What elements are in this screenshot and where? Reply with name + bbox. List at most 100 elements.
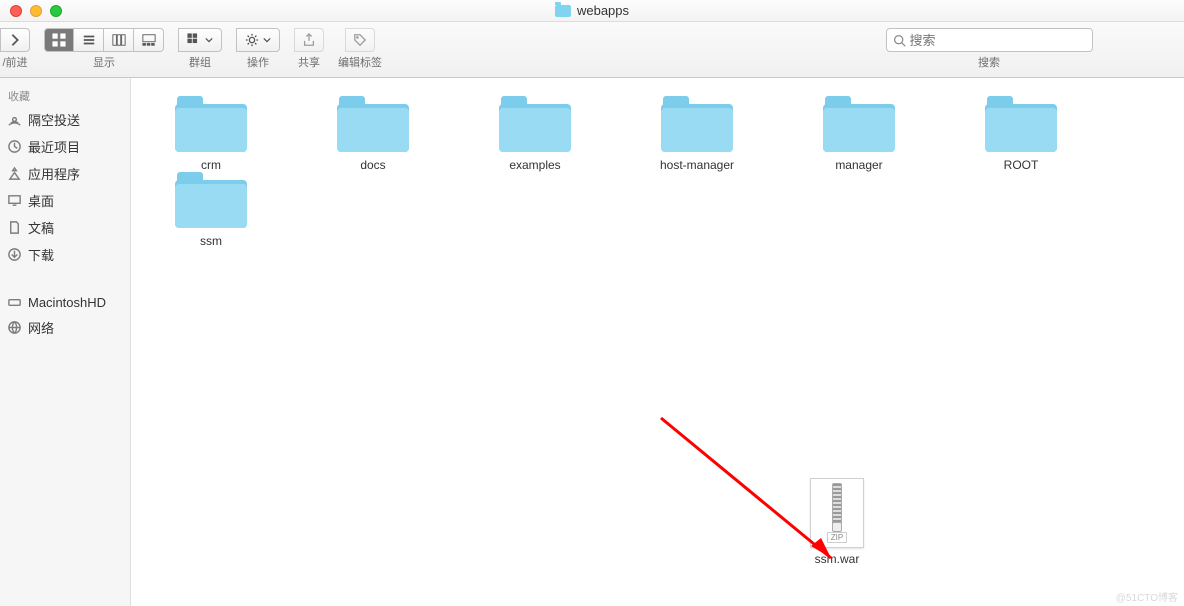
folder-icon bbox=[823, 96, 895, 152]
main: 收藏 隔空投送 最近项目 应用程序 桌面 文稿 下载 Macintosh bbox=[0, 78, 1184, 606]
gallery-view-button[interactable] bbox=[134, 28, 164, 52]
sidebar-item-label: 文稿 bbox=[28, 218, 54, 237]
folder-icon bbox=[555, 5, 571, 17]
sidebar-item-label: 最近项目 bbox=[28, 137, 80, 156]
folder-label: manager bbox=[835, 158, 882, 172]
folder-item[interactable]: crm bbox=[165, 96, 257, 172]
folder-label: examples bbox=[509, 158, 560, 172]
grid-icon bbox=[52, 33, 66, 47]
sidebar-item-label: 网络 bbox=[28, 318, 54, 337]
nav-label: /前进 bbox=[2, 54, 27, 70]
folder-icon bbox=[499, 96, 571, 152]
sidebar-favorites-header: 收藏 bbox=[0, 84, 130, 106]
search-box[interactable] bbox=[886, 28, 1093, 52]
folder-icon bbox=[985, 96, 1057, 152]
forward-button[interactable] bbox=[0, 28, 30, 52]
folder-item[interactable]: manager bbox=[813, 96, 905, 172]
folder-item[interactable]: ROOT bbox=[975, 96, 1067, 172]
sidebar-item-macintoshhd[interactable]: MacintoshHD bbox=[0, 290, 130, 314]
sidebar-item-network[interactable]: 网络 bbox=[0, 314, 130, 341]
airdrop-icon bbox=[6, 112, 22, 128]
folder-item[interactable]: host-manager bbox=[651, 96, 743, 172]
chevron-right-icon bbox=[8, 33, 22, 47]
close-window-button[interactable] bbox=[10, 5, 22, 17]
grid-small-icon bbox=[187, 33, 201, 47]
sidebar-item-label: 桌面 bbox=[28, 191, 54, 210]
tags-label: 编辑标签 bbox=[338, 54, 382, 70]
folder-label: ssm bbox=[200, 234, 222, 248]
sidebar-item-applications[interactable]: 应用程序 bbox=[0, 160, 130, 187]
action-label: 操作 bbox=[247, 54, 269, 70]
share-button[interactable] bbox=[294, 28, 324, 52]
group-label: 群组 bbox=[189, 54, 211, 70]
folder-label: host-manager bbox=[660, 158, 734, 172]
share-icon bbox=[302, 33, 316, 47]
doc-icon bbox=[6, 220, 22, 236]
window-controls bbox=[0, 5, 62, 17]
minimize-window-button[interactable] bbox=[30, 5, 42, 17]
sidebar-item-label: 隔空投送 bbox=[28, 110, 80, 129]
view-label: 显示 bbox=[93, 54, 115, 70]
view-group: 显示 bbox=[44, 28, 164, 70]
search-label: 搜索 bbox=[978, 54, 1000, 70]
sidebar-item-desktop[interactable]: 桌面 bbox=[0, 187, 130, 214]
sidebar-item-label: 应用程序 bbox=[28, 164, 80, 183]
sidebar-item-label: MacintoshHD bbox=[28, 295, 106, 310]
group-by-button[interactable] bbox=[178, 28, 222, 52]
columns-icon bbox=[112, 33, 126, 47]
sidebar-item-airdrop[interactable]: 隔空投送 bbox=[0, 106, 130, 133]
folder-label: ROOT bbox=[1004, 158, 1039, 172]
zipper-icon bbox=[832, 483, 842, 527]
share-group: 共享 bbox=[294, 28, 324, 70]
tag-icon bbox=[353, 33, 367, 47]
window-title: webapps bbox=[555, 3, 629, 18]
folder-icon bbox=[175, 96, 247, 152]
folder-label: docs bbox=[360, 158, 385, 172]
gallery-icon bbox=[142, 33, 156, 47]
folder-item[interactable]: examples bbox=[489, 96, 581, 172]
chevron-down-icon bbox=[263, 37, 271, 43]
folder-icon bbox=[661, 96, 733, 152]
icon-grid: crm docs examples host-manager manager R… bbox=[131, 78, 1184, 606]
sidebar-item-downloads[interactable]: 下载 bbox=[0, 241, 130, 268]
group-group: 群组 bbox=[178, 28, 222, 70]
window-title-text: webapps bbox=[577, 3, 629, 18]
download-icon bbox=[6, 247, 22, 263]
nav-group: /前进 bbox=[0, 28, 30, 70]
search-input[interactable] bbox=[910, 33, 1086, 48]
list-view-button[interactable] bbox=[74, 28, 104, 52]
list-icon bbox=[82, 33, 96, 47]
gear-icon bbox=[245, 33, 259, 47]
sidebar: 收藏 隔空投送 最近项目 应用程序 桌面 文稿 下载 Macintosh bbox=[0, 78, 131, 606]
sidebar-item-documents[interactable]: 文稿 bbox=[0, 214, 130, 241]
zip-badge: ZIP bbox=[827, 532, 847, 543]
apps-icon bbox=[6, 166, 22, 182]
tags-group: 编辑标签 bbox=[338, 28, 382, 70]
file-label: ssm.war bbox=[815, 552, 860, 566]
chevron-down-icon bbox=[205, 37, 213, 43]
icon-view-button[interactable] bbox=[44, 28, 74, 52]
action-menu-button[interactable] bbox=[236, 28, 280, 52]
zoom-window-button[interactable] bbox=[50, 5, 62, 17]
sidebar-item-recents[interactable]: 最近项目 bbox=[0, 133, 130, 160]
column-view-button[interactable] bbox=[104, 28, 134, 52]
desktop-icon bbox=[6, 193, 22, 209]
globe-icon bbox=[6, 320, 22, 336]
watermark: @51CTO博客 bbox=[1116, 589, 1178, 604]
file-item[interactable]: ZIP ssm.war bbox=[791, 478, 883, 566]
share-label: 共享 bbox=[298, 54, 320, 70]
titlebar: webapps bbox=[0, 0, 1184, 22]
content-area[interactable]: crm docs examples host-manager manager R… bbox=[131, 78, 1184, 606]
action-group: 操作 bbox=[236, 28, 280, 70]
disk-icon bbox=[6, 294, 22, 310]
folder-item[interactable]: docs bbox=[327, 96, 419, 172]
folder-item[interactable]: ssm bbox=[165, 172, 257, 248]
toolbar: /前进 显示 群组 bbox=[0, 22, 1184, 78]
edit-tags-button[interactable] bbox=[345, 28, 375, 52]
sidebar-item-label: 下载 bbox=[28, 245, 54, 264]
folder-icon bbox=[337, 96, 409, 152]
search-group: 搜索 bbox=[804, 28, 1174, 70]
search-icon bbox=[893, 34, 906, 47]
folder-icon bbox=[175, 172, 247, 228]
clock-icon bbox=[6, 139, 22, 155]
